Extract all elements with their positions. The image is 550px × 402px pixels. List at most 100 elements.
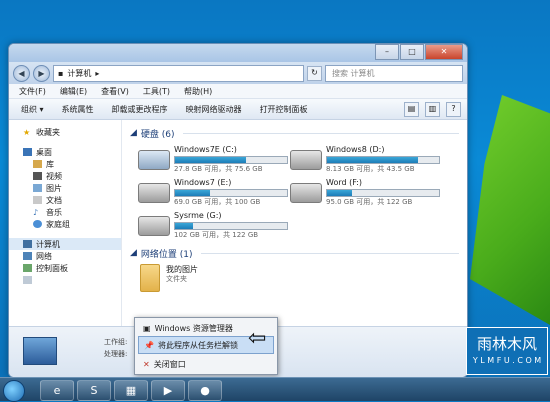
drive-space-info: 8.13 GB 可用，共 43.5 GB [326,165,415,173]
command-bar: 组织 ▾ 系统属性 卸载或更改程序 映射网络驱动器 打开控制面板 ▤ ▥ ? [9,99,467,120]
nav-documents[interactable]: 文档 [9,194,121,206]
refresh-icon[interactable]: ↻ [307,65,322,81]
nav-computer[interactable]: 计算机 [9,238,121,250]
close-button[interactable]: ✕ [425,44,463,60]
pin-icon: 📌 [144,340,154,350]
address-bar-row: ◀ ▶ ▪ 计算机 ▸ ↻ 搜索 计算机 [9,62,467,84]
hard-drive-icon [290,183,322,203]
music-icon: ♪ [33,208,39,217]
jump-close-window[interactable]: ✕ 关闭窗口 [135,356,277,372]
drive-space-info: 69.0 GB 可用，共 100 GB [174,198,261,206]
network-location-item[interactable]: 我的图片 文件夹 [140,264,459,292]
nav-recycle[interactable] [9,274,121,286]
forward-button[interactable]: ▶ [33,64,50,82]
folder-icon [140,264,160,292]
nav-music[interactable]: ♪ 音乐 [9,206,121,218]
desktop-icon [23,148,32,156]
search-input[interactable]: 搜索 计算机 [325,64,463,82]
drive-space-info: 102 GB 可用，共 122 GB [174,231,259,239]
drive-item[interactable]: Windows7E (C:) 27.8 GB 可用，共 75.6 GB [138,144,288,174]
nav-favorites[interactable]: ★ 收藏夹 [9,126,121,138]
watermark: 雨林木风 Y L M F U . C O M [466,327,548,375]
drive-space-info: 27.8 GB 可用，共 75.6 GB [174,165,263,173]
computer-icon [23,240,32,248]
control-panel-icon [23,264,32,272]
hard-drive-icon [138,216,170,236]
nav-control-panel[interactable]: 控制面板 [9,262,121,274]
recycle-bin-icon [23,276,32,284]
drive-space-info: 95.0 GB 可用，共 122 GB [326,198,413,206]
library-icon [33,160,42,168]
drive-usage-bar [326,156,440,164]
drive-name: Sysrme (G:) [174,211,222,220]
drive-item[interactable]: Sysrme (G:) 102 GB 可用，共 122 GB [138,210,288,240]
computer-small-icon: ▪ [58,68,64,78]
nav-network[interactable]: 网络 [9,250,121,262]
drive-item[interactable]: Windows8 (D:) 8.13 GB 可用，共 43.5 GB [290,144,440,174]
search-placeholder: 搜索 计算机 [332,68,375,78]
chevron-icon: ▸ [95,68,100,78]
menu-edit[interactable]: 编辑(E) [60,86,87,97]
nav-pictures[interactable]: 图片 [9,182,121,194]
network-item-name: 我的图片 [166,265,198,274]
hard-drive-icon [290,150,322,170]
menu-help[interactable]: 帮助(H) [184,86,212,97]
drive-item[interactable]: Word (F:) 95.0 GB 可用，共 122 GB [290,177,440,207]
collapse-icon: ◢ [130,248,137,258]
network-icon [23,252,32,260]
uninstall-program-button[interactable]: 卸载或更改程序 [112,104,168,115]
drive-usage-bar [174,222,288,230]
drive-usage-bar [326,189,440,197]
collapse-icon: ◢ [130,128,137,138]
network-item-type: 文件夹 [166,275,187,283]
address-box[interactable]: ▪ 计算机 ▸ [53,64,304,82]
drive-item[interactable]: Windows7 (E:) 69.0 GB 可用，共 100 GB [138,177,288,207]
nav-library[interactable]: 库 [9,158,121,170]
app-icon[interactable]: S [77,380,111,401]
drive-usage-bar [174,189,288,197]
homegroup-icon [33,220,42,228]
folder-icon: ▣ [143,323,151,333]
drive-usage-bar [174,156,288,164]
workgroup-label: 工作组: [104,338,128,346]
star-icon: ★ [23,128,31,137]
open-control-panel-button[interactable]: 打开控制面板 [260,104,308,115]
view-options-icon[interactable]: ▤ [404,102,419,117]
processor-label: 处理器: [104,350,128,358]
drive-name: Windows7E (C:) [174,145,237,154]
maximize-button[interactable]: □ [400,44,424,60]
video-icon [33,172,42,180]
drive-list: Windows7E (C:) 27.8 GB 可用，共 75.6 GB Window… [138,144,459,240]
navigation-pane: ★ 收藏夹 桌面 库 视频 图片 文档 ♪ 音乐 家庭组 计算机 网络 控制面板 [9,120,122,360]
system-properties-button[interactable]: 系统属性 [62,104,94,115]
computer-large-icon [23,337,57,365]
drives-group-header[interactable]: ◢ 硬盘 (6) [130,126,459,140]
help-icon[interactable]: ? [446,102,461,117]
nav-videos[interactable]: 视频 [9,170,121,182]
nav-desktop[interactable]: 桌面 [9,146,121,158]
organize-button[interactable]: 组织 ▾ [21,104,44,115]
menu-file[interactable]: 文件(F) [19,86,46,97]
media-icon[interactable]: ▶ [151,380,185,401]
nav-homegroup[interactable]: 家庭组 [9,218,121,230]
network-group-header[interactable]: ◢ 网络位置 (1) [130,246,459,260]
preview-pane-icon[interactable]: ▥ [425,102,440,117]
drive-name: Windows8 (D:) [326,145,385,154]
map-network-drive-button[interactable]: 映射网络驱动器 [186,104,242,115]
minimize-button[interactable]: – [375,44,399,60]
document-icon [33,196,42,204]
ie-icon[interactable]: e [40,380,74,401]
hard-drive-icon [138,183,170,203]
start-button[interactable] [3,380,25,402]
pointer-arrow-icon: ⇦ [248,326,267,351]
folder-icon[interactable]: ▦ [114,380,148,401]
menu-bar: 文件(F) 编辑(E) 查看(V) 工具(T) 帮助(H) [9,84,467,99]
menu-view[interactable]: 查看(V) [101,86,129,97]
title-bar[interactable]: – □ ✕ [9,44,467,62]
back-button[interactable]: ◀ [13,64,30,82]
close-icon: ✕ [143,359,150,369]
hard-drive-icon [138,150,170,170]
menu-tools[interactable]: 工具(T) [143,86,170,97]
drive-name: Windows7 (E:) [174,178,232,187]
panda-icon[interactable]: ● [188,380,222,401]
